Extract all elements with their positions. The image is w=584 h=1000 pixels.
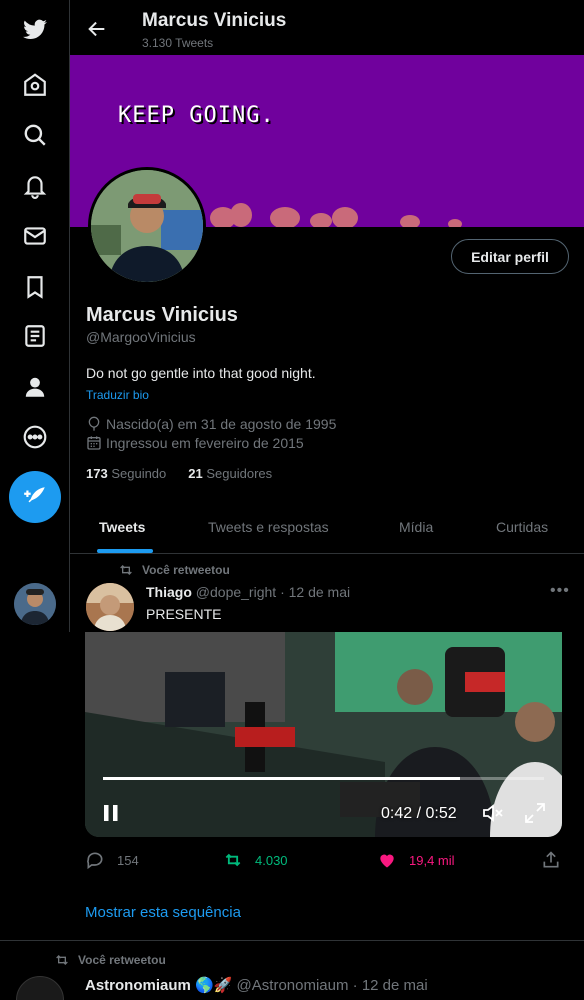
birth-date: Nascido(a) em 31 de agosto de 1995	[106, 416, 337, 432]
following-label: Seguindo	[111, 466, 167, 481]
retweet-icon	[225, 853, 241, 867]
retweet-icon	[56, 955, 68, 965]
muted-speaker-icon[interactable]	[481, 801, 505, 825]
sidebar-nav	[0, 0, 70, 632]
tweet-author-avatar[interactable]	[86, 583, 134, 631]
tweet-media-area: 0:42 / 0:52 154 4.030 19,4 mil Mostrar e…	[0, 632, 584, 1000]
joined-date: Ingressou em fevereiro de 2015	[106, 435, 304, 451]
tab-media[interactable]: Mídia	[399, 519, 433, 535]
profile-icon[interactable]	[14, 366, 56, 408]
tweet-text: PRESENTE	[146, 606, 222, 622]
tweet-author-name[interactable]: Astronomiaum 🌎🚀	[85, 977, 232, 994]
back-arrow-icon[interactable]	[86, 18, 108, 40]
pause-icon[interactable]	[101, 803, 121, 823]
tweet-video[interactable]: 0:42 / 0:52	[85, 632, 562, 837]
profile-avatar[interactable]	[88, 167, 206, 285]
follow-stats: 173 Seguindo 21 Seguidores	[86, 466, 272, 481]
retweet-count: 4.030	[255, 852, 288, 868]
notifications-icon[interactable]	[14, 165, 56, 207]
tweet-header: Thiago @dope_right · 12 de mai	[146, 584, 350, 600]
birth-date-row: Nascido(a) em 31 de agosto de 1995	[86, 416, 336, 432]
translate-bio-link[interactable]: Traduzir bio	[86, 388, 149, 402]
profile-handle: @MargooVinicius	[86, 329, 196, 345]
retweet-context-label: Você retweetou	[78, 953, 166, 967]
retweet-context-label: Você retweetou	[142, 563, 230, 577]
compose-tweet-button[interactable]	[9, 471, 61, 523]
profile-bio: Do not go gentle into that good night.	[86, 365, 316, 381]
header-tweet-count: 3.130 Tweets	[142, 36, 214, 50]
show-thread-link[interactable]: Mostrar esta sequência	[85, 904, 241, 921]
followers-label: Seguidores	[206, 466, 273, 481]
messages-icon[interactable]	[14, 215, 56, 257]
reply-button[interactable]: 154	[85, 850, 139, 870]
following-count: 173	[86, 466, 108, 481]
heart-icon	[380, 854, 394, 868]
retweet-context: Você retweetou	[54, 952, 166, 968]
tab-likes[interactable]: Curtidas	[496, 519, 548, 535]
followers-count: 21	[188, 466, 203, 481]
reply-icon	[87, 852, 103, 870]
followers-link[interactable]: 21 Seguidores	[188, 466, 272, 481]
tab-tweets-and-replies[interactable]: Tweets e respostas	[208, 519, 329, 535]
banner-decoration	[400, 215, 420, 227]
banner-decoration	[448, 219, 462, 227]
calendar-icon	[87, 436, 101, 450]
retweet-button[interactable]: 4.030	[223, 850, 288, 870]
tweet-actions: 154 4.030 19,4 mil	[85, 850, 565, 874]
tab-tweets[interactable]: Tweets	[99, 519, 145, 535]
profile-tabs: Tweets Tweets e respostas Mídia Curtidas	[70, 505, 584, 554]
account-avatar[interactable]	[14, 583, 56, 625]
like-button[interactable]: 19,4 mil	[377, 850, 455, 870]
fullscreen-icon[interactable]	[523, 801, 547, 825]
edit-profile-button[interactable]: Editar perfil	[451, 239, 569, 274]
tweet-header: Astronomiaum 🌎🚀 @Astronomiaum · 12 de ma…	[85, 976, 428, 994]
tweet-divider	[0, 940, 584, 941]
tweet-author-handle[interactable]: @dope_right	[196, 584, 276, 600]
banner-decoration	[270, 207, 300, 227]
lists-icon[interactable]	[14, 315, 56, 357]
banner-decoration	[310, 213, 332, 227]
tweet-date[interactable]: · 12 de mai	[353, 977, 428, 994]
bookmarks-icon[interactable]	[14, 266, 56, 308]
joined-date-row: Ingressou em fevereiro de 2015	[86, 435, 304, 451]
tweet-date[interactable]: · 12 de mai	[280, 584, 350, 600]
tweet-author-name[interactable]: Thiago	[146, 584, 192, 600]
video-timestamp: 0:42 / 0:52	[381, 805, 457, 822]
profile-main: Marcus Vinicius 3.130 Tweets KEEP GOING.…	[70, 0, 584, 632]
retweet-context: Você retweetou	[118, 562, 230, 578]
banner-decoration	[332, 207, 358, 227]
banner-decoration	[230, 203, 252, 227]
tweet-author-handle[interactable]: @Astronomiaum	[237, 977, 349, 994]
tweet-author-avatar[interactable]	[16, 976, 64, 1000]
like-count: 19,4 mil	[409, 852, 455, 868]
share-button[interactable]	[541, 850, 561, 870]
profile-header-bar: Marcus Vinicius 3.130 Tweets	[70, 0, 584, 55]
explore-icon[interactable]	[14, 114, 56, 156]
balloon-icon	[88, 416, 100, 431]
compose-tweet-icon	[24, 487, 45, 503]
tweet-more-icon[interactable]: •••	[550, 582, 570, 600]
home-icon[interactable]	[14, 64, 56, 106]
active-tab-indicator	[97, 549, 153, 553]
twitter-bird-icon[interactable]	[14, 9, 56, 51]
profile-name: Marcus Vinicius	[86, 304, 238, 326]
header-profile-name: Marcus Vinicius	[142, 10, 287, 31]
share-icon	[543, 851, 559, 868]
reply-count: 154	[117, 852, 139, 868]
video-progress-bar[interactable]	[103, 777, 544, 780]
banner-text: KEEP GOING.	[118, 103, 275, 128]
video-progress-fill	[103, 777, 461, 780]
retweet-icon	[120, 565, 132, 575]
more-icon[interactable]	[14, 416, 56, 458]
following-link[interactable]: 173 Seguindo	[86, 466, 166, 481]
